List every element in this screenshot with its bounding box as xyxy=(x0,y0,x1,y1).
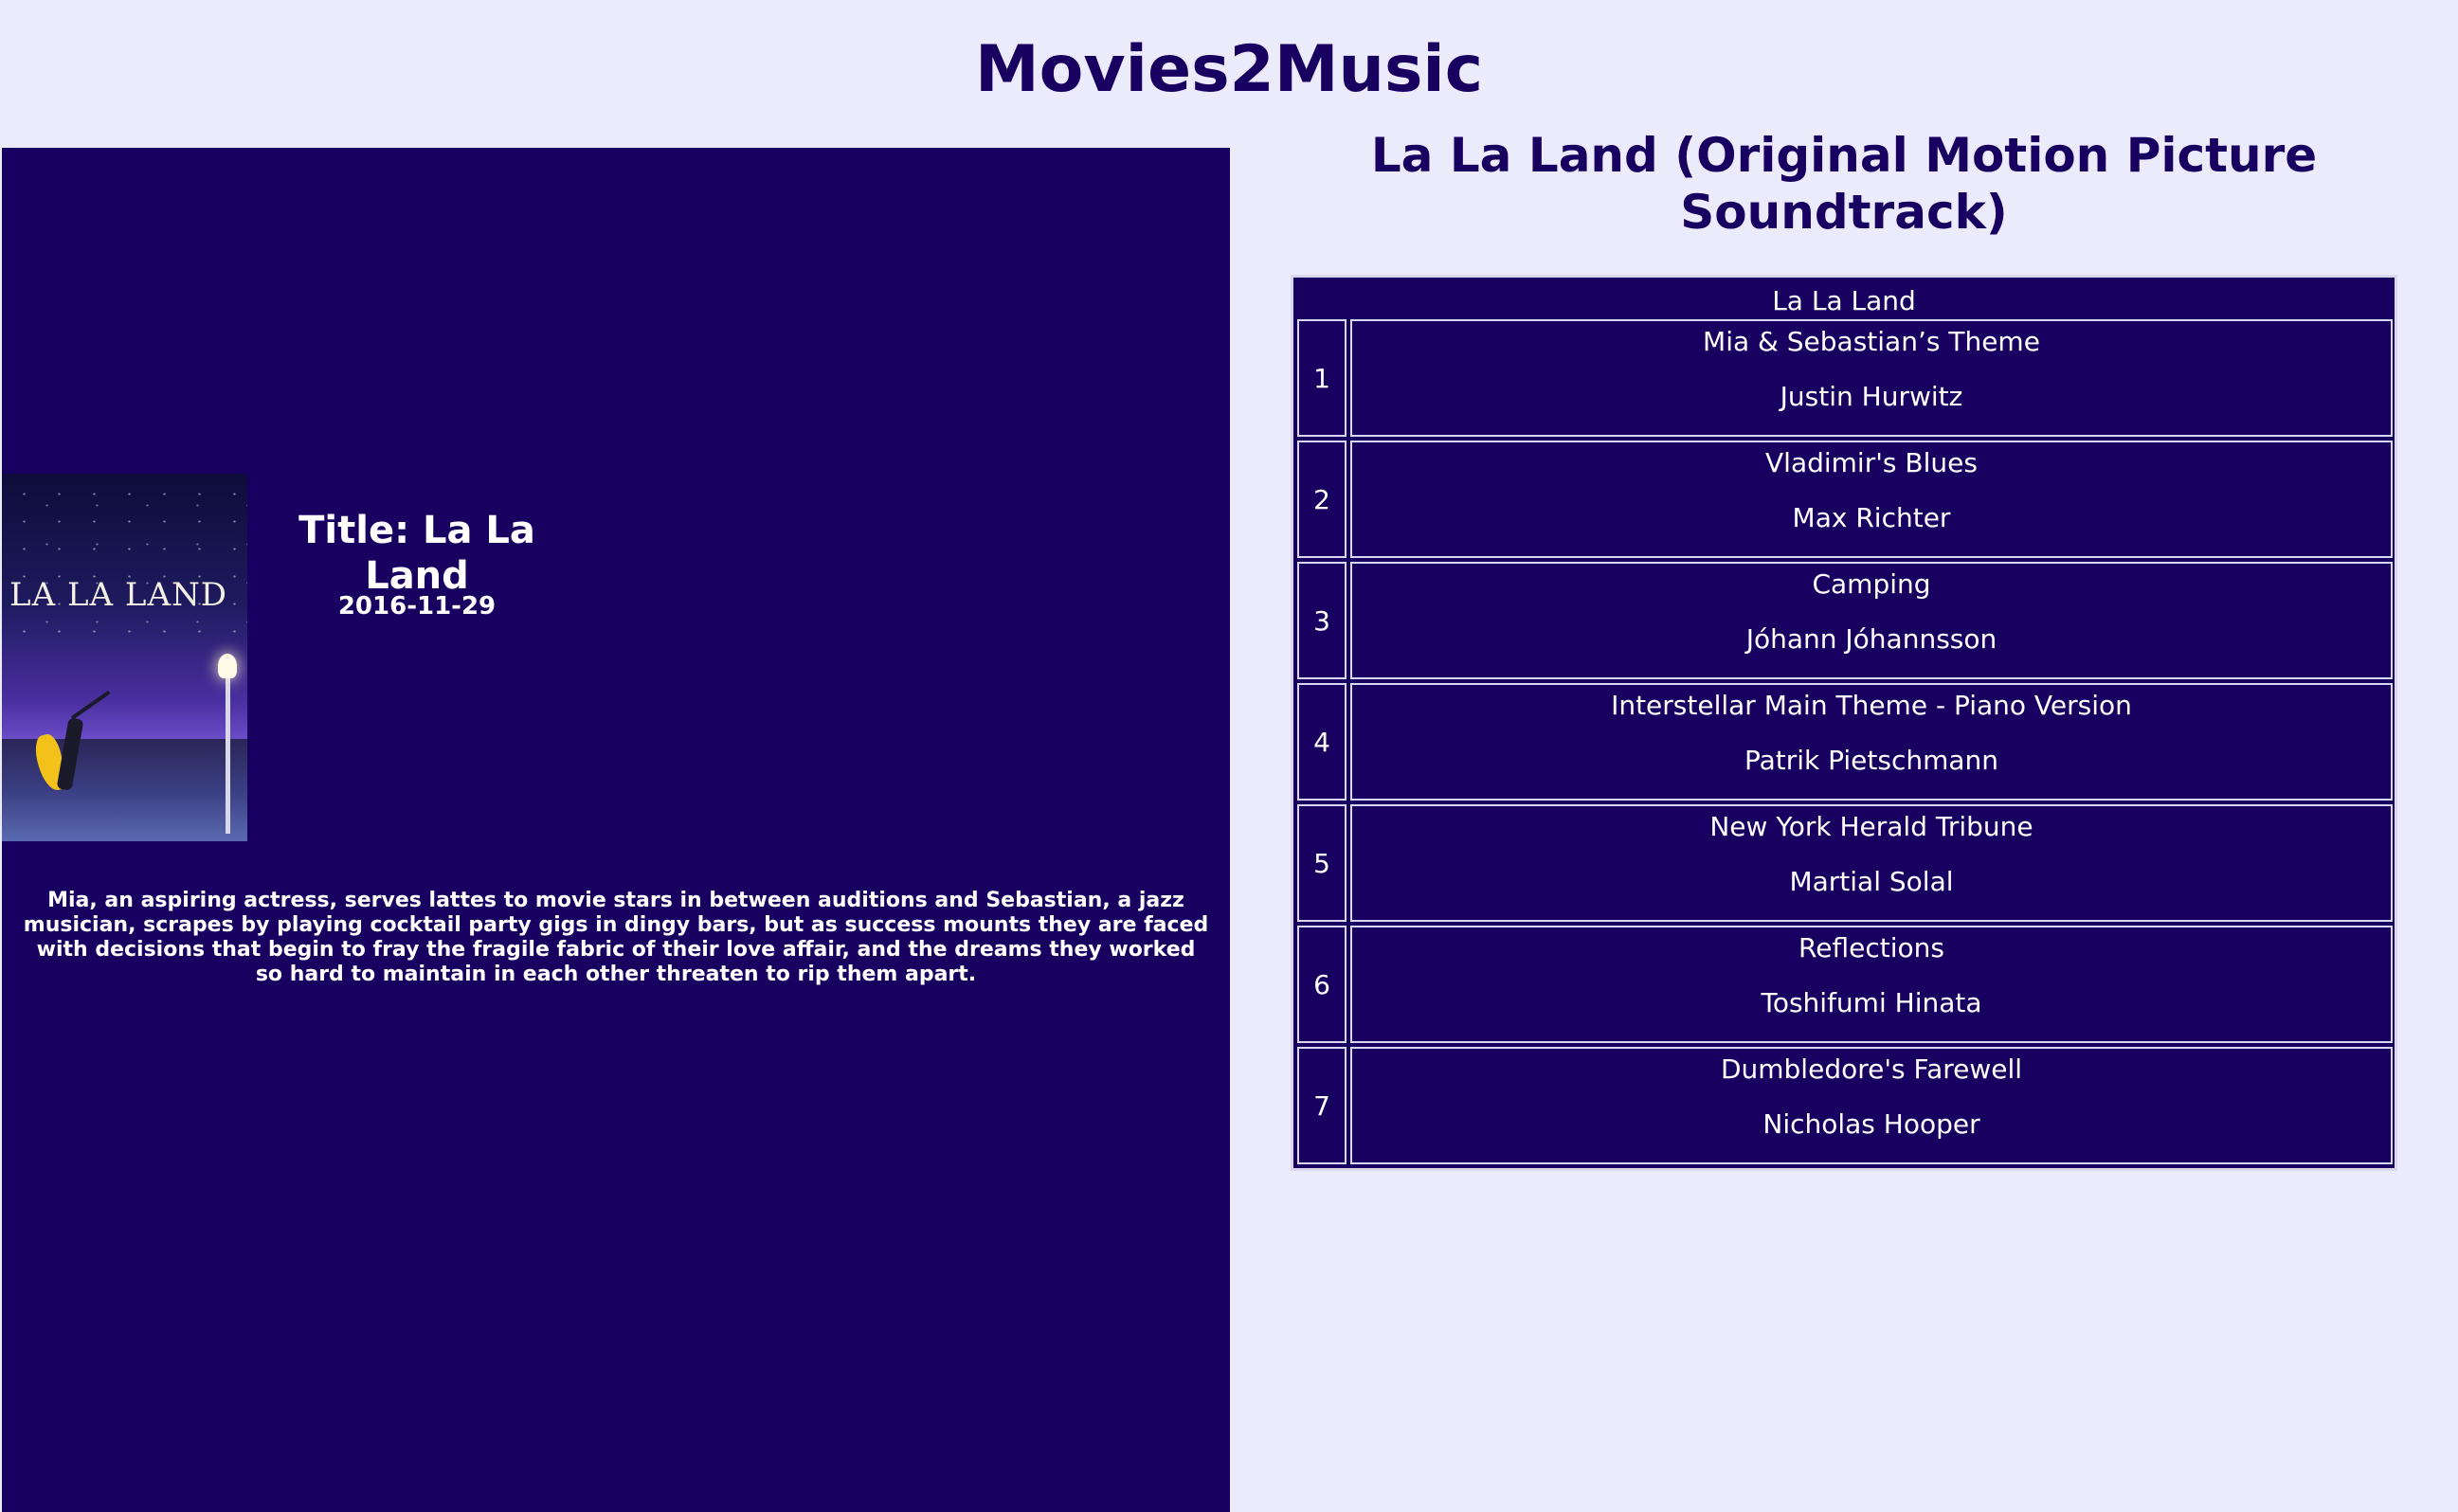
poster-dancer-arm xyxy=(70,690,111,720)
poster-lamp-post xyxy=(226,673,230,834)
movie-panel: LA LA LAND Title: La La Land 2016-11-29 … xyxy=(2,148,1230,1512)
track-row: 4 Interstellar Main Theme - Piano Versio… xyxy=(1297,683,2393,801)
track-number: 6 xyxy=(1297,926,1346,1043)
track-row: 6 Reflections Toshifumi Hinata xyxy=(1297,926,2393,1043)
track-info: Vladimir's Blues Max Richter xyxy=(1350,441,2393,558)
track-name: Mia & Sebastian’s Theme xyxy=(1703,326,2040,357)
track-name: Camping xyxy=(1812,568,1931,600)
track-artist: Toshifumi Hinata xyxy=(1761,987,1982,1018)
track-name: Interstellar Main Theme - Piano Version xyxy=(1611,690,2132,721)
track-name: Reflections xyxy=(1798,932,1944,963)
track-table: La La Land 1 Mia & Sebastian’s Theme Jus… xyxy=(1291,275,2397,1171)
track-info: Interstellar Main Theme - Piano Version … xyxy=(1350,683,2393,801)
track-row: 2 Vladimir's Blues Max Richter xyxy=(1297,441,2393,558)
track-artist: Patrik Pietschmann xyxy=(1744,745,1999,776)
track-info: New York Herald Tribune Martial Solal xyxy=(1350,804,2393,922)
track-artist: Max Richter xyxy=(1792,502,1951,533)
soundtrack-title: La La Land (Original Motion Picture Soun… xyxy=(1370,128,2318,240)
track-name: Dumbledore's Farewell xyxy=(1720,1053,2023,1085)
track-row: 3 Camping Jóhann Jóhannsson xyxy=(1297,562,2393,679)
table-caption: La La Land xyxy=(1772,285,1916,316)
track-number: 4 xyxy=(1297,683,1346,801)
poster-title-text: LA LA LAND xyxy=(9,576,228,614)
track-row: 1 Mia & Sebastian’s Theme Justin Hurwitz xyxy=(1297,319,2393,437)
movie-poster: LA LA LAND xyxy=(2,474,247,841)
track-number: 1 xyxy=(1297,319,1346,437)
poster-lamp xyxy=(218,654,237,678)
track-number: 2 xyxy=(1297,441,1346,558)
movie-title: Title: La La Land xyxy=(298,509,535,598)
track-info: Mia & Sebastian’s Theme Justin Hurwitz xyxy=(1350,319,2393,437)
track-name: Vladimir's Blues xyxy=(1765,447,1978,478)
track-number: 3 xyxy=(1297,562,1346,679)
track-info: Dumbledore's Farewell Nicholas Hooper xyxy=(1350,1047,2393,1164)
track-number: 5 xyxy=(1297,804,1346,922)
movie-release-date: 2016-11-29 xyxy=(337,592,497,621)
track-row: 7 Dumbledore's Farewell Nicholas Hooper xyxy=(1297,1047,2393,1164)
track-info: Camping Jóhann Jóhannsson xyxy=(1350,562,2393,679)
track-info: Reflections Toshifumi Hinata xyxy=(1350,926,2393,1043)
track-artist: Nicholas Hooper xyxy=(1762,1108,1980,1140)
track-artist: Jóhann Jóhannsson xyxy=(1745,623,1997,655)
track-row: 5 New York Herald Tribune Martial Solal xyxy=(1297,804,2393,922)
track-artist: Martial Solal xyxy=(1789,866,1954,897)
track-artist: Justin Hurwitz xyxy=(1780,381,1963,412)
site-title: Movies2Music xyxy=(974,32,1484,107)
track-number: 7 xyxy=(1297,1047,1346,1164)
track-name: New York Herald Tribune xyxy=(1709,811,2033,842)
movie-overview: Mia, an aspiring actress, serves lattes … xyxy=(23,889,1209,986)
